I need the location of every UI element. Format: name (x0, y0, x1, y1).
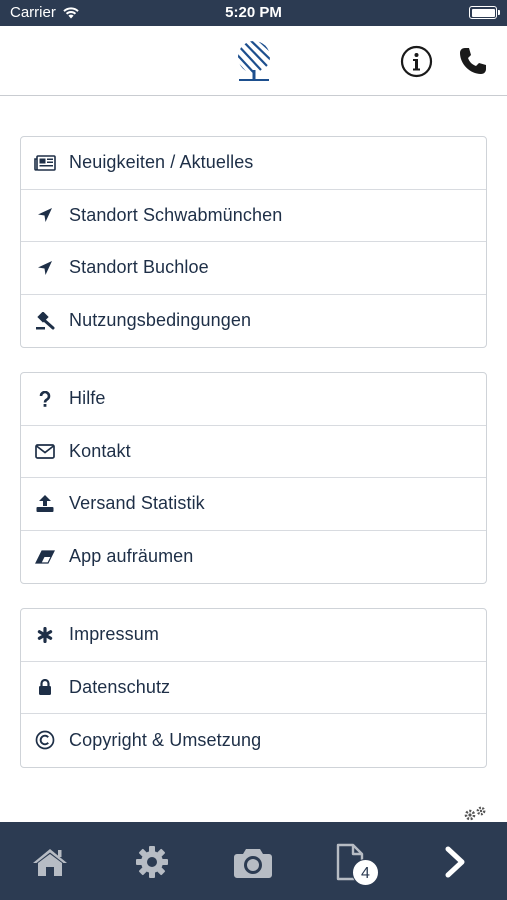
menu-label: Kontakt (69, 440, 131, 461)
settings-tab[interactable] (132, 842, 172, 882)
info-icon[interactable] (400, 45, 433, 78)
menu-group-news: Neuigkeiten / Aktuelles Standort Schwabm… (20, 136, 487, 348)
home-tab[interactable] (30, 842, 70, 882)
eraser-icon (21, 550, 69, 564)
nav-bar (0, 26, 507, 96)
menu-item-cleanup-app[interactable]: App aufräumen (21, 531, 486, 584)
question-icon (21, 390, 69, 407)
upload-icon (21, 495, 69, 513)
menu-label: Nutzungsbedingungen (69, 310, 252, 331)
battery-icon (469, 6, 500, 19)
menu-group-help: Hilfe Kontakt Versand Statistik App aufr… (20, 372, 487, 584)
tab-bar (0, 822, 507, 900)
chevron-right-icon (445, 846, 465, 878)
gears-icon (464, 806, 486, 821)
home-icon (33, 849, 67, 876)
tree-logo-icon (238, 41, 270, 81)
menu-label: Neuigkeiten / Aktuelles (69, 152, 254, 173)
menu-group-legal: Impressum Datenschutz Copyright & Umsetz… (20, 608, 487, 768)
envelope-icon (21, 443, 69, 459)
menu-item-location-buchloe[interactable]: Standort Buchloe (21, 242, 486, 295)
menu-item-help[interactable]: Hilfe (21, 373, 486, 426)
settings-icon (136, 846, 168, 878)
gavel-icon (21, 311, 69, 330)
location-arrow-icon (21, 207, 69, 223)
menu-item-imprint[interactable]: Impressum (21, 609, 486, 662)
asterisk-icon (21, 626, 69, 643)
menu-item-location-schwabmuenchen[interactable]: Standort Schwabmünchen (21, 190, 486, 242)
newspaper-icon (21, 154, 69, 171)
menu-label: Impressum (69, 624, 159, 645)
document-count-badge: 4 (352, 859, 379, 886)
menu-label: Hilfe (69, 388, 106, 409)
phone-icon[interactable] (458, 46, 488, 76)
menu-item-terms[interactable]: Nutzungsbedingungen (21, 295, 486, 348)
menu-item-contact[interactable]: Kontakt (21, 426, 486, 478)
menu-label: Standort Schwabmünchen (69, 204, 283, 225)
copyright-icon (21, 730, 69, 750)
status-time: 5:20 PM (225, 4, 282, 21)
menu-label: App aufräumen (69, 546, 194, 567)
menu-label: Copyright & Umsetzung (69, 729, 262, 750)
menu-item-copyright[interactable]: Copyright & Umsetzung (21, 714, 486, 767)
menu-label: Standort Buchloe (69, 257, 209, 278)
menu-label: Versand Statistik (69, 493, 205, 514)
camera-tab[interactable] (233, 842, 273, 882)
lock-icon (21, 679, 69, 696)
location-arrow-icon (21, 260, 69, 276)
menu-item-send-statistics[interactable]: Versand Statistik (21, 478, 486, 531)
menu-label: Datenschutz (69, 676, 171, 697)
next-tab[interactable] (436, 842, 476, 882)
status-bar: Carrier 5:20 PM (0, 0, 507, 26)
menu-item-news[interactable]: Neuigkeiten / Aktuelles (21, 137, 486, 190)
menu-item-privacy[interactable]: Datenschutz (21, 662, 486, 714)
camera-icon (234, 849, 272, 878)
